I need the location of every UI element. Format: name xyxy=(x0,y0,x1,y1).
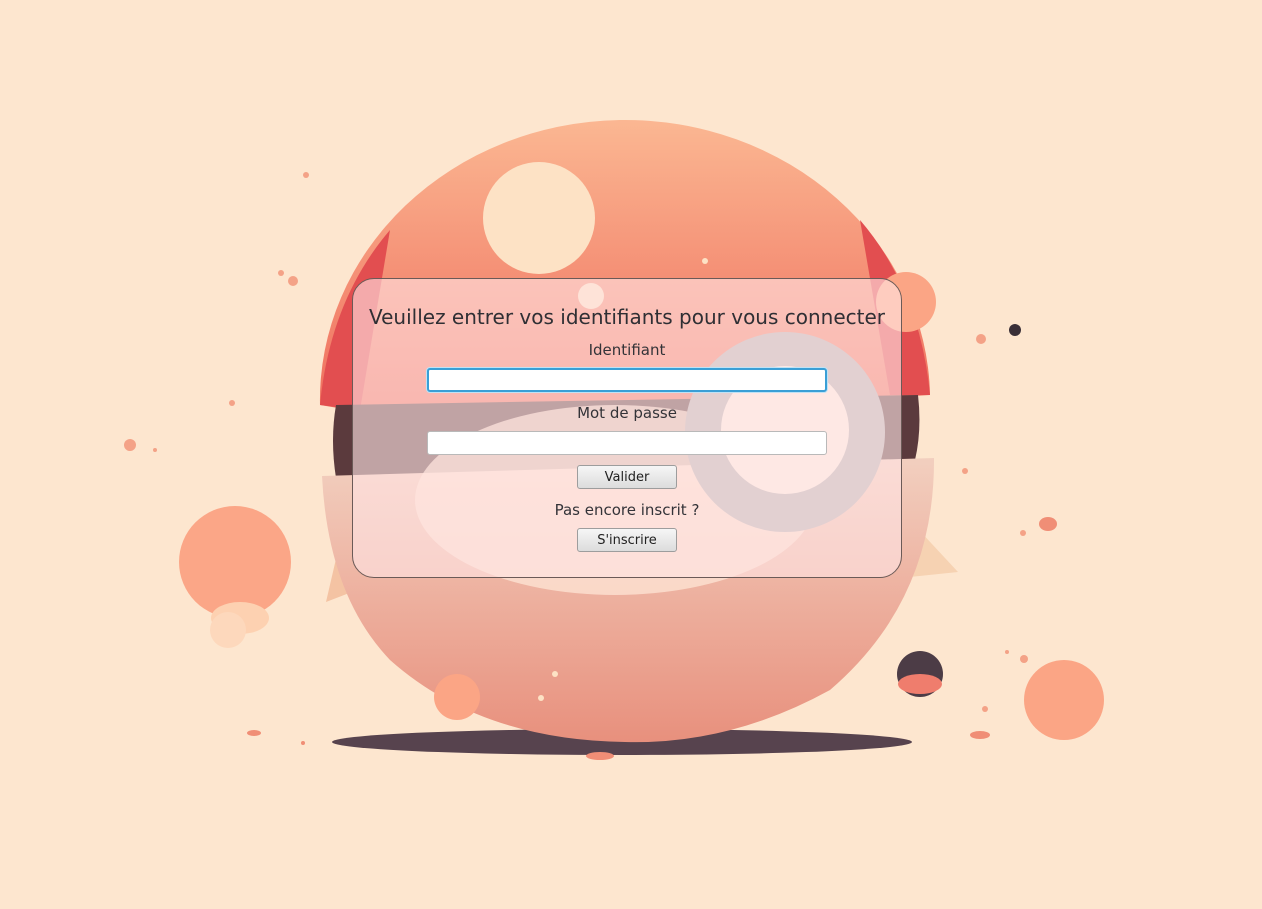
identifier-label: Identifiant xyxy=(588,341,666,359)
login-title: Veuillez entrer vos identifiants pour vo… xyxy=(368,305,886,329)
submit-button[interactable]: Valider xyxy=(577,465,677,489)
register-button[interactable]: S'inscrire xyxy=(577,528,677,552)
login-panel: Veuillez entrer vos identifiants pour vo… xyxy=(352,278,902,578)
password-field[interactable] xyxy=(427,431,827,455)
register-prompt: Pas encore inscrit ? xyxy=(554,501,700,519)
highlight-circle xyxy=(483,162,595,274)
password-label: Mot de passe xyxy=(577,404,677,422)
identifier-field[interactable] xyxy=(427,368,827,392)
